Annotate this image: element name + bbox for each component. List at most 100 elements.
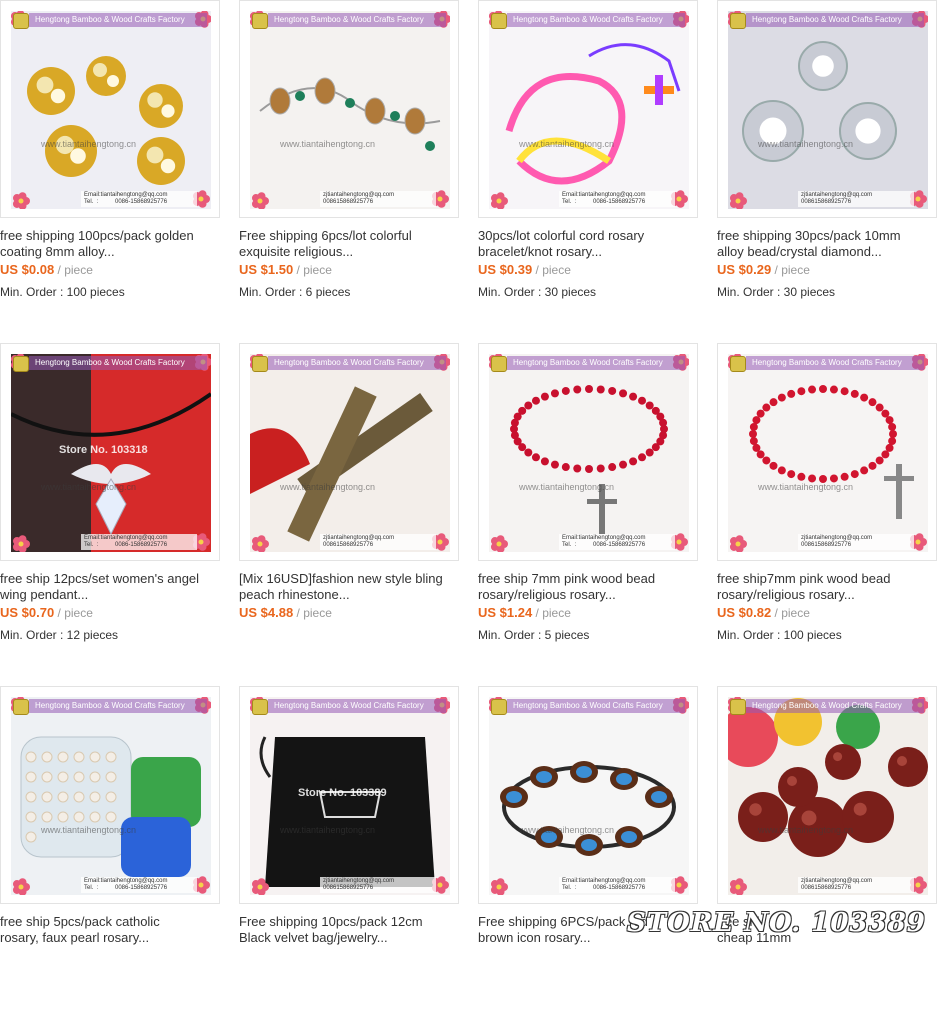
- product-title-line: 30pcs/lot colorful cord rosary: [478, 228, 645, 243]
- factory-banner: Hengtong Bamboo & Wood Crafts Factory: [746, 13, 924, 27]
- product-card[interactable]: Hengtong Bamboo & Wood Crafts Factory www…: [0, 0, 235, 330]
- product-thumbnail-link[interactable]: Hengtong Bamboo & Wood Crafts Factory www…: [0, 686, 220, 904]
- product-image-wood-beads[interactable]: Hengtong Bamboo & Wood Crafts Factory www…: [728, 697, 928, 895]
- product-thumbnail-link[interactable]: Hengtong Bamboo & Wood Crafts Factory www…: [239, 343, 459, 561]
- factory-banner: Hengtong Bamboo & Wood Crafts Factory: [507, 356, 685, 370]
- contact-strip: zjtiantaihengtong@qq.com 008615868925776: [798, 877, 914, 893]
- product-title-link[interactable]: free ship 12pcs/set women's angel wing pe…: [0, 571, 225, 603]
- contact-strip: Email:tiantaihengtong@qq.com Tel. : 0086…: [559, 534, 675, 550]
- factory-logo-icon: [730, 699, 746, 715]
- product-card[interactable]: Hengtong Bamboo & Wood Crafts Factory www…: [0, 343, 235, 673]
- contact-strip: zjtiantaihengtong@qq.com 008615868925776: [320, 191, 436, 207]
- product-card[interactable]: Hengtong Bamboo & Wood Crafts Factory www…: [717, 0, 941, 330]
- product-image-velvet-bag[interactable]: Hengtong Bamboo & Wood Crafts Factory www…: [250, 697, 450, 895]
- product-image-gold-rhinestone-balls[interactable]: Hengtong Bamboo & Wood Crafts Factory www…: [11, 11, 211, 209]
- factory-banner: Hengtong Bamboo & Wood Crafts Factory: [268, 356, 446, 370]
- factory-banner: Hengtong Bamboo & Wood Crafts Factory: [507, 699, 685, 713]
- product-thumbnail-link[interactable]: Hengtong Bamboo & Wood Crafts Factory www…: [239, 686, 459, 904]
- product-card[interactable]: Hengtong Bamboo & Wood Crafts Factory www…: [239, 343, 474, 673]
- product-card[interactable]: Hengtong Bamboo & Wood Crafts Factory www…: [239, 0, 474, 330]
- product-title-line: rosary/religious rosary...: [717, 587, 855, 602]
- contact-strip: zjtiantaihengtong@qq.com 008615868925776: [320, 877, 436, 893]
- price-row: US $0.70 / piece: [0, 605, 93, 621]
- product-thumbnail-link[interactable]: Hengtong Bamboo & Wood Crafts Factory www…: [478, 0, 698, 218]
- product-title-link[interactable]: free ship 7mm pink wood bead rosary/relig…: [478, 571, 703, 603]
- factory-banner: Hengtong Bamboo & Wood Crafts Factory: [268, 13, 446, 27]
- contact-strip: zjtiantaihengtong@qq.com 008615868925776: [320, 534, 436, 550]
- factory-logo-icon: [730, 13, 746, 29]
- factory-banner: Hengtong Bamboo & Wood Crafts Factory: [746, 356, 924, 370]
- product-title-link[interactable]: free ship 5pcs/pack catholic rosary, faux…: [0, 914, 225, 946]
- price-unit: / piece: [54, 606, 93, 620]
- product-thumbnail-link[interactable]: Hengtong Bamboo & Wood Crafts Factory www…: [478, 686, 698, 904]
- product-title-link[interactable]: free shipping 100pcs/pack golden coating …: [0, 228, 225, 260]
- product-photo-drawing: [728, 11, 928, 209]
- product-title-line: rosary/religious rosary...: [478, 587, 616, 602]
- product-thumbnail-link[interactable]: Hengtong Bamboo & Wood Crafts Factory www…: [717, 343, 937, 561]
- product-card[interactable]: Hengtong Bamboo & Wood Crafts Factory www…: [478, 343, 713, 673]
- product-title-line: free ship 7mm pink wood bead: [478, 571, 656, 586]
- url-watermark: www.tiantaihengtong.cn: [280, 482, 376, 492]
- product-image-rhinestone-cross[interactable]: Hengtong Bamboo & Wood Crafts Factory www…: [250, 354, 450, 552]
- product-card[interactable]: Hengtong Bamboo & Wood Crafts Factory www…: [478, 686, 713, 1016]
- product-title-line: alloy bead/crystal diamond...: [717, 244, 882, 259]
- product-title-line: Black velvet bag/jewelry...: [239, 930, 388, 945]
- min-order: Min. Order : 100 pieces: [0, 285, 125, 299]
- product-image-religious-bracelet[interactable]: Hengtong Bamboo & Wood Crafts Factory www…: [250, 11, 450, 209]
- product-image-pearl-rosary-box[interactable]: Hengtong Bamboo & Wood Crafts Factory www…: [11, 697, 211, 895]
- product-thumbnail-link[interactable]: Hengtong Bamboo & Wood Crafts Factory www…: [478, 343, 698, 561]
- min-order: Min. Order : 5 pieces: [478, 628, 590, 642]
- product-title-line: free shipping 30pcs/pack 10mm: [717, 228, 901, 243]
- product-image-angel-wing-pendant[interactable]: Hengtong Bamboo & Wood Crafts Factory www…: [11, 354, 211, 552]
- product-image-silver-crystal-beads[interactable]: Hengtong Bamboo & Wood Crafts Factory www…: [728, 11, 928, 209]
- url-watermark: www.tiantaihengtong.cn: [41, 139, 137, 149]
- url-watermark: www.tiantaihengtong.cn: [758, 825, 854, 835]
- product-price: US $4.88: [239, 605, 294, 620]
- price-row: US $0.39 / piece: [478, 262, 571, 278]
- url-watermark: www.tiantaihengtong.cn: [41, 482, 137, 492]
- product-title-link[interactable]: Free shipping 6pcs/lot colorful exquisite…: [239, 228, 464, 260]
- store-watermark: Store No. 103318: [59, 444, 148, 456]
- price-row: US $0.82 / piece: [717, 605, 810, 621]
- product-title-line: wing pendant...: [0, 587, 89, 602]
- price-row: US $0.29 / piece: [717, 262, 810, 278]
- product-title-link[interactable]: free shipping 30pcs/pack 10mm alloy bead/…: [717, 228, 941, 260]
- product-thumbnail-link[interactable]: Hengtong Bamboo & Wood Crafts Factory www…: [239, 0, 459, 218]
- product-title-link[interactable]: [Mix 16USD]fashion new style bling peach …: [239, 571, 464, 603]
- product-price: US $0.82: [717, 605, 772, 620]
- product-title-link[interactable]: free ship7mm pink wood bead rosary/religi…: [717, 571, 941, 603]
- factory-logo-icon: [491, 699, 507, 715]
- factory-logo-icon: [13, 13, 29, 29]
- product-photo-drawing: [728, 354, 928, 552]
- product-card[interactable]: Hengtong Bamboo & Wood Crafts Factory www…: [0, 686, 235, 1016]
- factory-logo-icon: [730, 356, 746, 372]
- factory-banner: Hengtong Bamboo & Wood Crafts Factory: [29, 699, 207, 713]
- product-image-red-rosary-2[interactable]: Hengtong Bamboo & Wood Crafts Factory www…: [728, 354, 928, 552]
- product-thumbnail-link[interactable]: Hengtong Bamboo & Wood Crafts Factory www…: [0, 0, 220, 218]
- product-thumbnail-link[interactable]: Hengtong Bamboo & Wood Crafts Factory www…: [717, 0, 937, 218]
- product-card[interactable]: Hengtong Bamboo & Wood Crafts Factory www…: [478, 0, 713, 330]
- product-title-link[interactable]: Free shipping 10pcs/pack 12cm Black velve…: [239, 914, 464, 946]
- product-card[interactable]: Hengtong Bamboo & Wood Crafts Factory www…: [717, 343, 941, 673]
- product-price: US $1.50: [239, 262, 294, 277]
- product-thumbnail-link[interactable]: Hengtong Bamboo & Wood Crafts Factory www…: [717, 686, 937, 904]
- price-unit: / piece: [54, 263, 93, 277]
- product-photo-drawing: [489, 354, 689, 552]
- product-thumbnail-link[interactable]: Hengtong Bamboo & Wood Crafts Factory www…: [0, 343, 220, 561]
- product-price: US $0.70: [0, 605, 55, 620]
- product-card[interactable]: Hengtong Bamboo & Wood Crafts Factory www…: [717, 686, 941, 1016]
- product-image-cord-rosary-bracelet[interactable]: Hengtong Bamboo & Wood Crafts Factory www…: [489, 11, 689, 209]
- url-watermark: www.tiantaihengtong.cn: [758, 139, 854, 149]
- product-title-link[interactable]: 30pcs/lot colorful cord rosary bracelet/k…: [478, 228, 703, 260]
- factory-banner: Hengtong Bamboo & Wood Crafts Factory: [746, 699, 924, 713]
- product-title-line: coating 8mm alloy...: [0, 244, 115, 259]
- product-card[interactable]: Hengtong Bamboo & Wood Crafts Factory www…: [239, 686, 474, 1016]
- product-grid: Hengtong Bamboo & Wood Crafts Factory www…: [0, 0, 941, 949]
- product-price: US $0.29: [717, 262, 772, 277]
- factory-logo-icon: [13, 356, 29, 372]
- product-image-red-rosary-1[interactable]: Hengtong Bamboo & Wood Crafts Factory www…: [489, 354, 689, 552]
- product-title-line: free shipping 100pcs/pack golden: [0, 228, 194, 243]
- price-unit: / piece: [532, 606, 571, 620]
- product-image-icon-bracelet[interactable]: Hengtong Bamboo & Wood Crafts Factory www…: [489, 697, 689, 895]
- factory-logo-icon: [252, 699, 268, 715]
